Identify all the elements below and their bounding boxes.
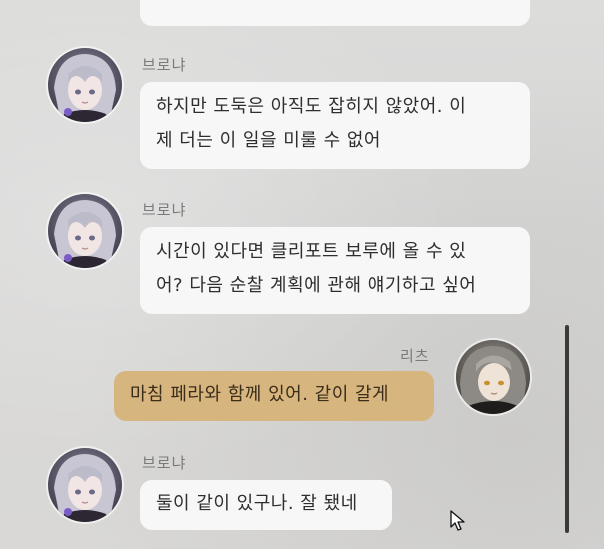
bronya-avatar xyxy=(48,194,122,268)
speaker-name: 리츠 xyxy=(400,347,430,365)
player-avatar xyxy=(456,340,530,414)
player-message-bubble: 마침 페라와 함께 있어. 같이 갈게 xyxy=(114,371,434,421)
bronya-avatar xyxy=(48,48,122,122)
mouse-cursor-icon xyxy=(450,510,466,536)
message-bubble: 시간이 있다면 클리포트 보루에 올 수 있 어? 다음 순찰 계획에 관해 얘… xyxy=(140,227,530,314)
speaker-name: 브로냐 xyxy=(142,201,187,219)
previous-message-bubble xyxy=(140,0,530,26)
message-bubble: 하지만 도둑은 아직도 잡히지 않았어. 이 제 더는 이 일을 미룰 수 없어 xyxy=(140,82,530,169)
speaker-name: 브로냐 xyxy=(142,56,187,74)
bronya-avatar xyxy=(48,448,122,522)
chat-scrollbar[interactable] xyxy=(565,325,569,533)
speaker-name: 브로냐 xyxy=(142,454,187,472)
message-bubble: 둘이 같이 있구나. 잘 됐네 xyxy=(140,480,392,530)
